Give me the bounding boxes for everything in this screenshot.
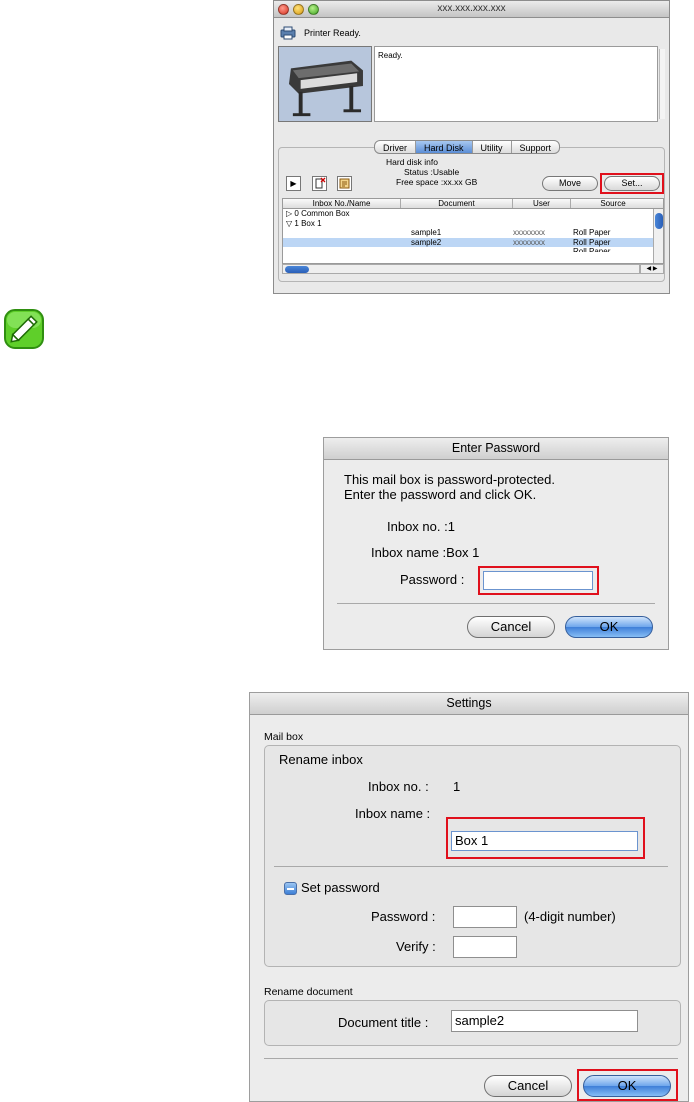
verify-input[interactable]: [453, 936, 517, 958]
title-bar: xxx.xxx.xxx.xxx: [274, 1, 669, 18]
tab-driver[interactable]: Driver: [375, 141, 416, 153]
inbox-no-text: Inbox no. :1: [387, 519, 455, 534]
document-cell: [401, 219, 513, 229]
dialog-divider: [264, 1058, 678, 1059]
note-pencil-icon: [4, 309, 44, 349]
rename-document-caption: Rename document: [264, 986, 353, 998]
message-line-2: Enter the password and click OK.: [344, 487, 537, 502]
set-password-checkbox[interactable]: [284, 882, 297, 895]
inbox-cell: [283, 247, 401, 252]
table-row[interactable]: sample1 xxxxxxxx Roll Paper: [283, 228, 663, 238]
status-message-box: Ready.: [374, 46, 658, 122]
document-title-input[interactable]: sample2: [451, 1010, 638, 1032]
inbox-name-highlight: [446, 817, 645, 859]
dialog-title: Settings: [250, 693, 688, 715]
group-divider: [274, 866, 668, 867]
window-title: xxx.xxx.xxx.xxx: [437, 3, 506, 14]
tab-support[interactable]: Support: [512, 141, 560, 153]
dialog-message: This mail box is password-protected. Ent…: [344, 472, 555, 502]
inbox-no-value: 1: [453, 779, 461, 794]
user-cell: [513, 219, 571, 229]
printer-image: [278, 46, 372, 122]
enter-password-dialog: Enter Password This mail box is password…: [323, 437, 669, 650]
printer-icon: [280, 26, 296, 40]
document-cell: [401, 209, 513, 219]
verify-label: Verify :: [396, 939, 436, 954]
scrollbar-thumb[interactable]: [285, 266, 309, 273]
inbox-cell: [283, 228, 401, 238]
hd-info-title: Hard disk info: [386, 157, 438, 167]
disclosure-triangle-icon[interactable]: ▽: [286, 219, 292, 228]
password-label: Password :: [371, 909, 436, 924]
document-delete-icon: [315, 177, 326, 189]
column-header-inbox[interactable]: Inbox No./Name: [283, 199, 401, 208]
play-icon: ▶: [290, 179, 297, 188]
tab-hard-disk[interactable]: Hard Disk: [416, 141, 473, 153]
table-row-selected[interactable]: sample2 xxxxxxxx Roll Paper: [283, 237, 663, 248]
document-cell: [401, 247, 513, 252]
inbox-name-label: Inbox name :: [355, 806, 431, 821]
tab-utility[interactable]: Utility: [473, 141, 512, 153]
document-title-label: Document title :: [338, 1015, 429, 1030]
password-hint: (4-digit number): [524, 909, 616, 924]
delete-job-button[interactable]: [312, 176, 327, 191]
cancel-button[interactable]: Cancel: [467, 616, 555, 638]
scroll-arrows-icon[interactable]: ◀ ▶: [640, 264, 664, 274]
message-scrollbar[interactable]: [659, 49, 665, 119]
column-header-source[interactable]: Source: [571, 199, 655, 208]
scrollbar-thumb[interactable]: [655, 213, 663, 229]
inbox-name-text: Inbox name :Box 1: [371, 545, 480, 560]
print-job-button[interactable]: ▶: [286, 176, 301, 191]
preview-icon: [339, 178, 350, 189]
set-button-highlight: [600, 173, 664, 194]
user-cell: [513, 209, 571, 219]
hd-status: Status :Usable: [404, 167, 460, 177]
ok-button-highlight: [577, 1069, 678, 1101]
table-horizontal-scrollbar[interactable]: [282, 264, 640, 274]
source-cell: Roll Paper: [573, 247, 611, 252]
column-header-document[interactable]: Document: [401, 199, 513, 208]
table-row[interactable]: Roll Paper: [283, 247, 663, 252]
table-row[interactable]: ▷ 0 Common Box: [283, 209, 663, 219]
printer-status-window: xxx.xxx.xxx.xxx Printer Ready. Ready. Dr…: [273, 0, 670, 294]
status-text: Printer Ready.: [304, 28, 361, 38]
password-label: Password :: [400, 572, 465, 587]
dialog-divider: [337, 603, 655, 604]
password-input-highlight: [478, 566, 599, 595]
status-row: Printer Ready.: [280, 23, 361, 43]
document-cell: sample1: [411, 228, 442, 237]
cancel-button[interactable]: Cancel: [484, 1075, 572, 1097]
source-cell: [571, 219, 655, 229]
inbox-name: 0 Common Box: [294, 209, 350, 218]
rename-inbox-label: Rename inbox: [279, 752, 363, 767]
settings-dialog: Settings Mail box Rename inbox Inbox no.…: [249, 692, 689, 1102]
preview-job-button[interactable]: [337, 176, 352, 191]
inbox-name: 1 Box 1: [294, 218, 322, 228]
set-password-label[interactable]: Set password: [301, 880, 380, 895]
message-line-1: This mail box is password-protected.: [344, 472, 555, 487]
hd-free-space: Free space :xx.xx GB: [396, 177, 478, 187]
user-cell: xxxxxxxx: [513, 228, 545, 237]
disclosure-triangle-icon[interactable]: ▷: [286, 209, 292, 218]
mail-box-caption: Mail box: [264, 731, 304, 743]
move-button[interactable]: Move: [542, 176, 598, 191]
inbox-cell: [283, 238, 401, 248]
tab-bar: Driver Hard Disk Utility Support: [374, 140, 561, 154]
source-cell: Roll Paper: [573, 237, 611, 247]
inbox-table: Inbox No./Name Document User Source ▷ 0 …: [282, 198, 664, 264]
user-cell: xxxxxxxx: [513, 237, 545, 247]
source-cell: Roll Paper: [573, 228, 611, 237]
user-cell: [513, 247, 571, 252]
inbox-no-label: Inbox no. :: [368, 779, 429, 794]
ok-button[interactable]: OK: [565, 616, 653, 638]
document-cell: sample2: [411, 237, 442, 247]
table-row[interactable]: ▽ 1 Box 1: [283, 219, 663, 229]
source-cell: [571, 209, 655, 219]
dialog-title: Enter Password: [324, 438, 668, 460]
ready-message: Ready.: [378, 51, 403, 60]
table-vertical-scrollbar[interactable]: [653, 209, 663, 263]
password-input[interactable]: [453, 906, 517, 928]
column-header-user[interactable]: User: [513, 199, 571, 208]
table-header: Inbox No./Name Document User Source: [283, 199, 663, 209]
